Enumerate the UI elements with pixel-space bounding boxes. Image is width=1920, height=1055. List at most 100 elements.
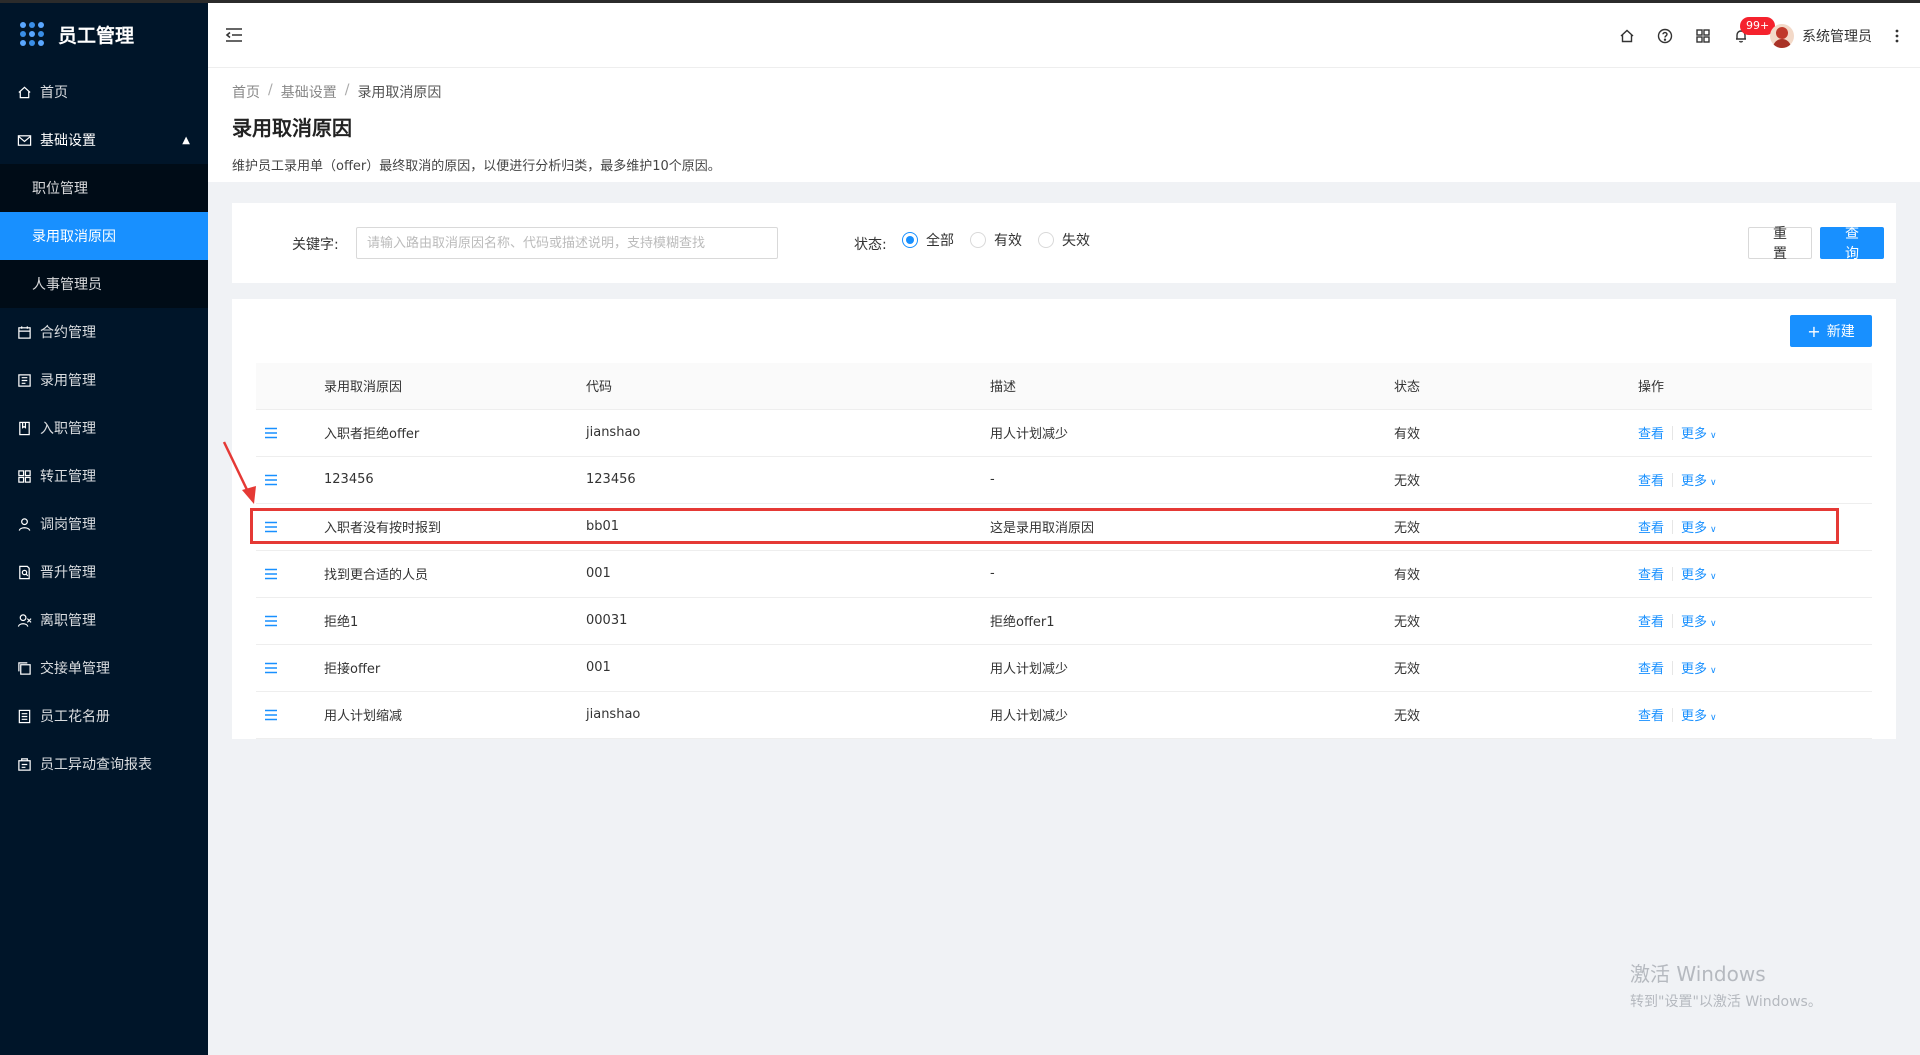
cell-actions: 查看 更多 ∨ [1638, 409, 1872, 457]
mail-icon [16, 132, 32, 148]
view-link[interactable]: 查看 [1638, 470, 1664, 489]
action-divider [1672, 660, 1674, 675]
status-radio-all[interactable]: 全部 [902, 230, 954, 250]
sidebar-item-change-report[interactable]: 员工异动查询报表 [0, 740, 208, 788]
sidebar-item-basic-settings[interactable]: 基础设置 ▲ [0, 116, 208, 164]
cell-status: 无效 [1394, 597, 1638, 645]
drag-cell [256, 691, 324, 739]
drag-handle-icon[interactable] [264, 662, 324, 674]
more-dropdown[interactable]: 更多 ∨ [1681, 658, 1717, 677]
sidebar-item-offer-cancel-reason[interactable]: 录用取消原因 [0, 212, 208, 260]
query-button[interactable]: 查 询 [1820, 226, 1884, 262]
report-icon [16, 756, 32, 772]
more-dropdown[interactable]: 更多 ∨ [1681, 423, 1717, 442]
cell-code: 123456 [586, 456, 990, 504]
search-panel: 关键字: 状态: 全部 有效 失效 重 置 查 询 [232, 203, 1896, 283]
cell-status: 无效 [1394, 691, 1638, 739]
status-radio-invalid[interactable]: 失效 [1038, 230, 1090, 250]
sidebar-item-resignation[interactable]: 离职管理 [0, 596, 208, 644]
menu-fold-icon[interactable] [224, 25, 244, 45]
user-menu[interactable]: 系统管理员 [1770, 23, 1872, 48]
drag-handle-icon[interactable] [264, 568, 324, 580]
drag-cell [256, 503, 324, 551]
more-vertical-icon[interactable] [1882, 28, 1912, 44]
reset-button[interactable]: 重 置 [1748, 226, 1812, 262]
keyword-input[interactable] [356, 227, 778, 259]
cell-code: 001 [586, 550, 990, 598]
sidebar-item-position[interactable]: 职位管理 [0, 164, 208, 212]
view-link[interactable]: 查看 [1638, 517, 1664, 536]
column-header-reason: 录用取消原因 [324, 363, 586, 410]
sidebar-item-onboarding[interactable]: 入职管理 [0, 404, 208, 452]
sidebar-item-promotion[interactable]: 晋升管理 [0, 548, 208, 596]
brand[interactable]: 员工管理 [0, 0, 208, 68]
new-button[interactable]: + 新建 [1790, 315, 1872, 347]
column-header-actions: 操作 [1638, 363, 1872, 410]
drag-cell [256, 409, 324, 457]
apps-icon[interactable] [1684, 17, 1722, 55]
status-label: 状态: [854, 237, 887, 253]
more-dropdown[interactable]: 更多 ∨ [1681, 705, 1717, 724]
status-radio-group: 全部 有效 失效 [902, 230, 1106, 250]
home-icon[interactable] [1608, 17, 1646, 55]
book-icon [16, 420, 32, 436]
sidebar: 员工管理 首页 基础设置 ▲ 职位管理 录用取消原因 人事管理员 合约管理 录用… [0, 0, 208, 1055]
cell-reason: 入职者没有按时报到 [324, 503, 586, 551]
sidebar-item-transfer[interactable]: 调岗管理 [0, 500, 208, 548]
more-dropdown[interactable]: 更多 ∨ [1681, 564, 1717, 583]
username: 系统管理员 [1802, 28, 1872, 45]
sidebar-item-label: 合约管理 [40, 325, 96, 341]
table-row: 123456 123456- 无效 查看 更多 ∨ [256, 456, 1872, 504]
sidebar-item-contract[interactable]: 合约管理 [0, 308, 208, 356]
sidebar-item-home[interactable]: 首页 [0, 68, 208, 116]
more-dropdown[interactable]: 更多 ∨ [1681, 470, 1717, 489]
action-divider [1672, 613, 1674, 628]
view-link[interactable]: 查看 [1638, 564, 1664, 583]
breadcrumb-separator: / [268, 82, 273, 98]
view-link[interactable]: 查看 [1638, 705, 1664, 724]
drag-handle-icon[interactable] [264, 615, 324, 627]
more-dropdown[interactable]: 更多 ∨ [1681, 611, 1717, 630]
sidebar-item-label: 人事管理员 [32, 277, 102, 293]
cell-reason: 找到更合适的人员 [324, 550, 586, 598]
chevron-down-icon: ∨ [1710, 713, 1717, 723]
column-header-description: 描述 [990, 363, 1394, 410]
sidebar-item-roster[interactable]: 员工花名册 [0, 692, 208, 740]
bell-icon[interactable]: 99+ [1722, 16, 1776, 55]
radio-label: 失效 [1062, 233, 1090, 249]
cell-status: 无效 [1394, 456, 1638, 504]
help-icon[interactable] [1646, 17, 1684, 55]
more-dropdown[interactable]: 更多 ∨ [1681, 517, 1717, 536]
sidebar-item-label: 转正管理 [40, 469, 96, 485]
cell-description: - [990, 456, 1394, 504]
view-link[interactable]: 查看 [1638, 611, 1664, 630]
plus-icon: + [1807, 321, 1821, 341]
status-radio-valid[interactable]: 有效 [970, 230, 1022, 250]
header-actions: 99+ 系统管理员 [1608, 3, 1920, 68]
breadcrumb-basic-settings[interactable]: 基础设置 [281, 82, 337, 102]
table-row: 入职者拒绝offer jianshao 用人计划减少 有效 查看 更多 ∨ [256, 409, 1872, 457]
drag-handle-icon[interactable] [264, 427, 324, 439]
sidebar-item-handover[interactable]: 交接单管理 [0, 644, 208, 692]
more-label: 更多 [1681, 427, 1708, 442]
sidebar-item-hiring[interactable]: 录用管理 [0, 356, 208, 404]
breadcrumb-home[interactable]: 首页 [232, 82, 260, 102]
chevron-down-icon: ∨ [1710, 478, 1717, 488]
cell-code: jianshao [586, 409, 990, 457]
drag-handle-icon[interactable] [264, 474, 324, 486]
copy-icon [16, 660, 32, 676]
sidebar-item-hr-admin[interactable]: 人事管理员 [0, 260, 208, 308]
column-drag [256, 363, 324, 410]
drag-handle-icon[interactable] [264, 709, 324, 721]
breadcrumb-current: 录用取消原因 [357, 85, 442, 101]
sidebar-item-regularization[interactable]: 转正管理 [0, 452, 208, 500]
drag-handle-icon[interactable] [264, 521, 324, 533]
submenu-basic-settings: 职位管理 录用取消原因 人事管理员 [0, 164, 208, 308]
view-link[interactable]: 查看 [1638, 658, 1664, 677]
cell-actions: 查看 更多 ∨ [1638, 644, 1872, 692]
watermark-title: 激活 Windows [1630, 962, 1766, 986]
cell-description: 拒绝offer1 [990, 597, 1394, 645]
view-link[interactable]: 查看 [1638, 423, 1664, 442]
sidebar-item-label: 基础设置 [40, 133, 96, 149]
chevron-down-icon: ∨ [1710, 619, 1717, 629]
